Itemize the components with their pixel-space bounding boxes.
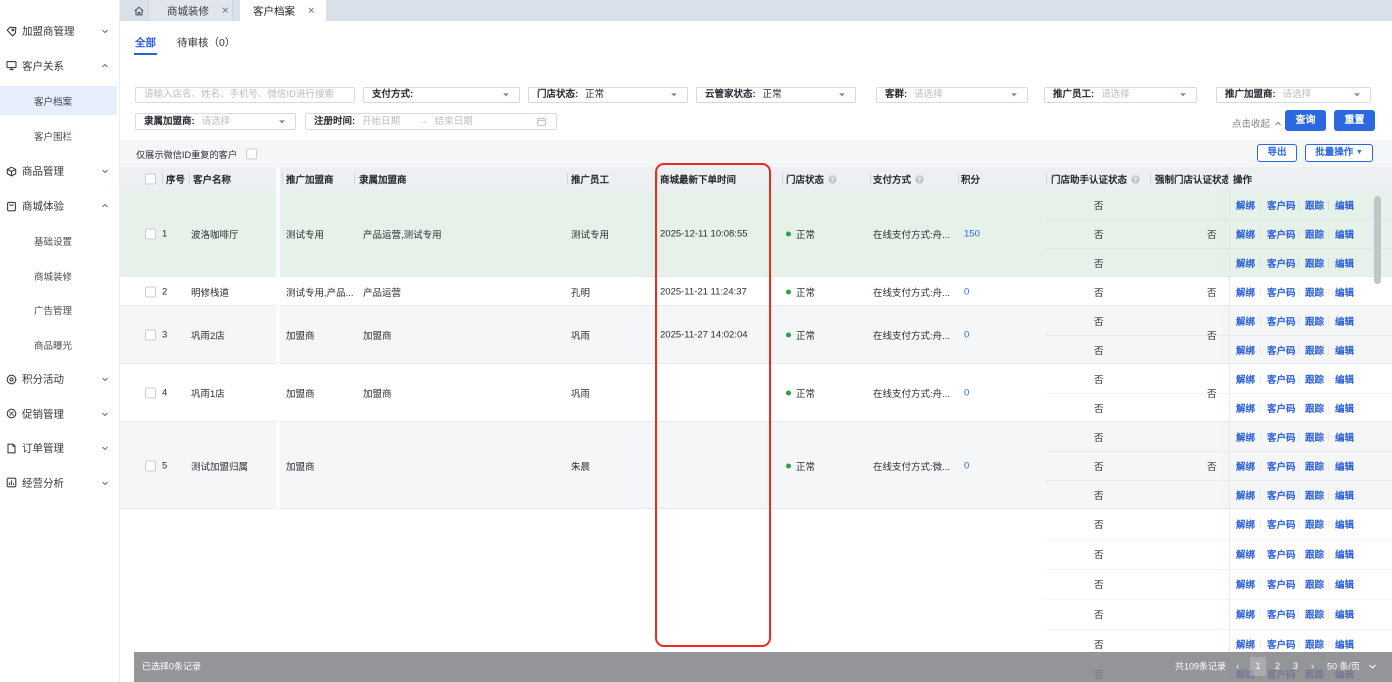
svg-text:?: ? [831,178,835,184]
svg-text:?: ? [1134,178,1138,184]
svg-text:?: ? [918,178,922,184]
